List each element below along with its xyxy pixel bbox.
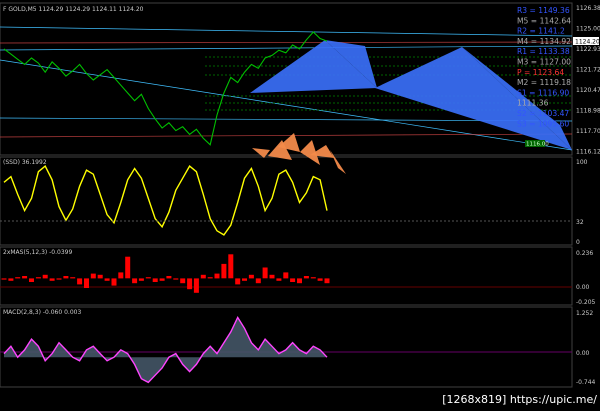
- low-tag: 1116.00: [526, 142, 549, 148]
- mas-bar: [104, 278, 110, 281]
- mas-bar: [180, 278, 186, 284]
- price-axis-label: 1116.12: [576, 149, 600, 156]
- mas-bar: [255, 278, 261, 284]
- mas-bar: [49, 278, 55, 281]
- mas-bar: [90, 273, 96, 279]
- mas-bar: [228, 254, 234, 279]
- mas-bar: [77, 278, 83, 285]
- mas-axis-bottom: -0.205: [576, 299, 596, 306]
- mas-bar: [35, 277, 41, 279]
- mas-axis-top: 0.236: [576, 250, 593, 257]
- mas-bar: [97, 274, 103, 279]
- mas-bar: [22, 276, 28, 279]
- mas-bar: [276, 278, 282, 281]
- mas-label: 2xMAS(5,12,3) -0.0399: [3, 249, 72, 256]
- mas-bar: [297, 278, 302, 284]
- price-axis-label: 1126.38: [576, 5, 600, 12]
- mas-bar: [303, 276, 309, 279]
- mas-bar: [56, 278, 62, 280]
- mas-bar: [290, 278, 296, 282]
- price-axis-label: 1125.00: [576, 26, 600, 33]
- mas-bar: [214, 273, 220, 279]
- mas-bar: [317, 278, 323, 281]
- price-axis-label: 1122.93: [576, 46, 600, 53]
- macd-axis-mid: 0.00: [576, 350, 590, 357]
- pivot-level-label: M5 = 1142.64: [517, 16, 571, 25]
- price-axis-label: 1121.72: [576, 67, 600, 74]
- pivot-level-label: R2 = 1141.2: [517, 27, 565, 36]
- pivot-level-label: M2 = 1119.18: [517, 78, 571, 87]
- chart-header: F GOLD,M5 1124.29 1124.29 1124.11 1124.2…: [3, 6, 144, 13]
- mas-bar: [15, 277, 21, 279]
- ssd-label: (SSD) 36.1992: [3, 159, 47, 166]
- mas-bar: [145, 277, 151, 279]
- current-price-tag: 1124.20: [575, 39, 600, 46]
- ssd-axis-bottom: 0: [576, 239, 580, 246]
- price-axis-label: 1120.47: [576, 87, 600, 94]
- mas-bar: [118, 272, 124, 279]
- pivot-level-label: S1 = 1116.90: [517, 88, 569, 97]
- price-axis-label: 1118.98: [576, 108, 600, 115]
- mas-bar: [262, 267, 268, 279]
- mas-bar: [1, 278, 7, 280]
- pivot-level-label: P = 1123.64: [517, 68, 564, 77]
- mas-bar: [200, 274, 206, 279]
- mas-axis-mid: 0.00: [576, 284, 590, 291]
- pivot-level-label: S3 = 1095.60: [517, 119, 569, 128]
- mas-bar: [248, 274, 254, 279]
- pivot-level-label: M4 = 1134.92: [517, 37, 571, 46]
- mas-bar: [8, 278, 14, 281]
- ssd-axis-mid: 32: [576, 219, 584, 226]
- mas-bar: [84, 278, 89, 288]
- ssd-axis-top: 100: [576, 159, 588, 166]
- mas-bar: [187, 278, 193, 290]
- watermark: [1268x819] https://upic.me/: [442, 393, 597, 406]
- pivot-level-label: M3 = 1127.00: [517, 58, 571, 67]
- mas-bar: [324, 278, 330, 284]
- price-axis-label: 1117.70: [576, 128, 600, 135]
- mas-bar: [63, 276, 69, 279]
- mas-bar: [269, 274, 275, 279]
- mas-bar: [70, 277, 76, 279]
- mas-bar: [242, 278, 247, 281]
- mas-bar: [152, 278, 158, 282]
- mas-bar: [310, 277, 316, 279]
- mas-bar: [111, 278, 117, 286]
- mas-bar: [29, 278, 34, 282]
- pivot-level-label: 1111.36: [517, 99, 549, 108]
- mas-bar: [221, 263, 227, 279]
- mas-bar: [207, 277, 213, 279]
- mas-bar: [193, 278, 199, 293]
- pivot-level-label: R1 = 1133.38: [517, 47, 570, 56]
- pivot-level-label: S2 = 1103.47: [517, 109, 569, 118]
- mas-bar: [125, 256, 131, 279]
- mas-bar: [138, 278, 144, 281]
- mas-bar: [42, 274, 48, 279]
- mas-bar: [173, 278, 179, 280]
- mas-bar: [166, 276, 172, 279]
- mas-bar: [235, 278, 241, 285]
- macd-axis-bottom: -0.744: [576, 379, 596, 386]
- macd-label: MACD(2,8,3) -0.060 0.003: [3, 309, 81, 316]
- mas-bar: [283, 272, 289, 279]
- pivot-labels: R3 = 1149.36M5 = 1142.64 R2 = 1141.2M4 = …: [517, 6, 571, 128]
- pivot-level-label: R3 = 1149.36: [517, 6, 570, 15]
- mas-bar: [159, 278, 165, 281]
- macd-axis-top: 1.252: [576, 310, 593, 317]
- mas-bar: [132, 278, 138, 284]
- chart-window: F GOLD,M5 1124.29 1124.29 1124.11 1124.2…: [0, 0, 600, 407]
